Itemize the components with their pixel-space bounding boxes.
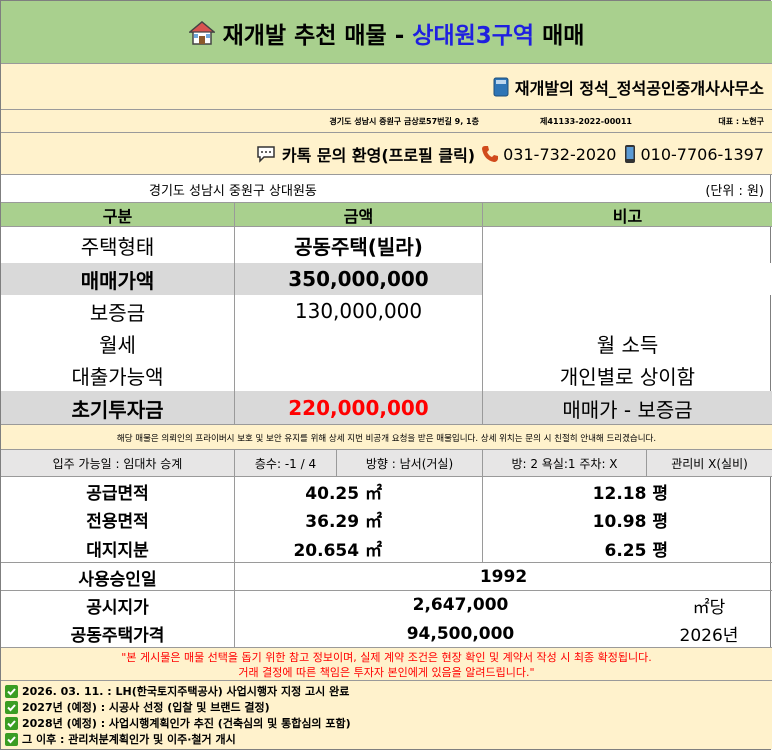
- approval-row: 사용승인일 1992: [1, 563, 772, 591]
- row-value-sale-price: 350,000,000: [288, 267, 429, 291]
- area-label-land-share: 대지지분: [86, 540, 149, 561]
- detail-floor: 층수: -1 / 4: [254, 457, 317, 471]
- area-label-exclusive: 전용면적: [86, 512, 149, 532]
- list-item: 2026. 03. 11. : LH(한국토지주택공사) 사업시행자 지정 고시…: [5, 683, 349, 699]
- area-row: 대지지분 20.654 ㎡ 6.25 평: [1, 533, 772, 563]
- location-bar: 경기도 성남시 중원구 상대원동 (단위 : 원): [1, 175, 772, 203]
- table-row: 월세 월 소득: [1, 327, 772, 359]
- row-value-deposit: 130,000,000: [294, 299, 423, 323]
- check-icon: [5, 684, 18, 698]
- disclaimer-line-2: 거래 결정에 따른 책임은 투자자 본인에게 있음을 알려드립니다.": [238, 665, 535, 679]
- title-bar: 재개발 추천 매물 - 상대원3구역 매매: [1, 1, 772, 64]
- price-label-land: 공시지가: [86, 597, 149, 618]
- kakao-contact[interactable]: 카톡 문의 환영(프로필 클릭): [282, 142, 475, 166]
- mobile-icon: [624, 144, 636, 164]
- row-label-loan: 대출가능액: [71, 364, 164, 389]
- row-label-initial-investment: 초기투자금: [71, 397, 164, 422]
- row-label-monthly-rent: 월세: [99, 332, 136, 357]
- approval-value: 1992: [479, 567, 528, 587]
- location-text: 경기도 성남시 중원구 상대원동: [149, 183, 317, 199]
- row-note-monthly-rent: 월 소득: [596, 332, 659, 357]
- row-value-housing-type: 공동주택(빌라): [294, 234, 423, 259]
- page-title: 재개발 추천 매물 -: [222, 22, 413, 49]
- page-title-suffix: 매매: [534, 22, 585, 49]
- area-m2-exclusive: 36.29 ㎡: [305, 512, 382, 532]
- office-reg-no: 제41133-2022-00011: [540, 117, 632, 126]
- price-value-housing: 94,500,000: [406, 623, 515, 644]
- phone-icon: [481, 145, 499, 163]
- row-label-housing-type: 주택형태: [80, 234, 155, 259]
- detail-rooms: 방: 2 욕실:1 주차: X: [511, 457, 618, 471]
- schedule-date: 2027년: [22, 701, 63, 714]
- table-row: 초기투자금 220,000,000 매매가 - 보증금: [1, 391, 772, 425]
- list-item: 2028년 (예정) : 사업시행계획인가 추진 (건축심의 및 통합심의 포함…: [5, 715, 351, 731]
- check-icon: [5, 700, 18, 714]
- privacy-note: 해당 매물은 의뢰인의 프라이버시 보호 및 보안 유지를 위해 상세 지번 비…: [116, 433, 657, 444]
- phone-number-1[interactable]: 031-732-2020: [503, 145, 616, 164]
- area-m2-supply: 40.25 ㎡: [305, 484, 382, 504]
- schedule-date: 2028년: [22, 717, 63, 730]
- schedule-text: (예정) : 사업시행계획인가 추진 (건축심의 및 통합심의 포함): [62, 717, 351, 730]
- price-label-housing: 공동주택가격: [70, 626, 165, 646]
- row-value-initial-investment: 220,000,000: [288, 396, 429, 420]
- area-row: 공급면적 40.25 ㎡ 12.18 평: [1, 477, 772, 506]
- check-icon: [5, 732, 18, 746]
- price-note-housing: 2026년: [679, 626, 739, 646]
- table-header: 구분 금액 비고: [1, 203, 772, 227]
- schedule-text: : 관리처분계획인가 및 이주·철거 개시: [56, 733, 236, 746]
- schedule-date: 그 이후: [22, 733, 57, 746]
- disclaimer-line-1: "본 게시물은 매물 선택을 돕기 위한 참고 정보이며, 실제 계약 조건은 …: [121, 650, 652, 664]
- check-icon: [5, 716, 18, 730]
- header-category: 구분: [102, 207, 133, 226]
- area-row: 전용면적 36.29 ㎡ 10.98 평: [1, 506, 772, 533]
- listing-sheet: 재개발 추천 매물 - 상대원3구역 매매 재개발의 정석_정석공인중개사사무소…: [0, 0, 772, 750]
- disclaimer-bar: "본 게시물은 매물 선택을 돕기 위한 참고 정보이며, 실제 계약 조건은 …: [1, 648, 772, 681]
- row-note-loan: 개인별로 상이함: [559, 364, 696, 389]
- row-note-initial-investment: 매매가 - 보증금: [562, 397, 693, 422]
- list-item: 2027년 (예정) : 시공사 선정 (입찰 및 브랜드 결정): [5, 699, 270, 715]
- area-m2-land-share: 20.654 ㎡: [293, 540, 382, 561]
- area-pyeong-exclusive: 10.98 평: [592, 512, 668, 532]
- price-row: 공동주택가격 94,500,000 2026년: [1, 619, 772, 648]
- schedule-text: (예정) : 시공사 선정 (입찰 및 브랜드 결정): [62, 701, 270, 714]
- list-item: 그 이후 : 관리처분계획인가 및 이주·철거 개시: [5, 731, 236, 747]
- schedule-text: : LH(한국토지주택공사) 사업시행자 지정 고시 완료: [103, 685, 350, 698]
- unit-text: (단위 : 원): [705, 183, 764, 199]
- price-row: 공시지가 2,647,000 ㎡당: [1, 591, 772, 619]
- approval-label: 사용승인일: [78, 569, 157, 590]
- header-amount: 금액: [343, 207, 374, 226]
- contact-bar: 카톡 문의 환영(프로필 클릭) 031-732-2020 010-7706-1…: [1, 133, 772, 175]
- office-address: 경기도 성남시 중원구 금상로57번길 9, 1층: [329, 117, 479, 126]
- house-icon: [188, 20, 215, 46]
- office-info-bar: 경기도 성남시 중원구 금상로57번길 9, 1층 제41133-2022-00…: [1, 110, 772, 133]
- detail-move-in: 입주 가능일 : 임대차 승계: [52, 457, 183, 471]
- area-label-supply: 공급면적: [86, 484, 149, 504]
- details-row: 입주 가능일 : 임대차 승계 층수: -1 / 4 방향 : 남서(거실) 방…: [1, 450, 772, 477]
- area-pyeong-land-share: 6.25 평: [604, 540, 668, 561]
- schedule-list: 2026. 03. 11. : LH(한국토지주택공사) 사업시행자 지정 고시…: [1, 681, 772, 749]
- table-row: 주택형태 공동주택(빌라): [1, 227, 772, 263]
- table-row: 매매가액 350,000,000: [1, 263, 772, 295]
- detail-direction: 방향 : 남서(거실): [365, 457, 454, 471]
- price-note-land: ㎡당: [692, 597, 726, 618]
- page-title-highlight: 상대원3구역: [412, 22, 535, 49]
- header-note: 비고: [612, 207, 643, 226]
- schedule-date: 2026. 03. 11.: [22, 684, 104, 698]
- phone-number-2[interactable]: 010-7706-1397: [640, 145, 764, 164]
- book-icon: [493, 77, 509, 97]
- office-name: 재개발의 정석_정석공인중개사사무소: [514, 79, 764, 98]
- table-row: 대출가능액 개인별로 상이함: [1, 359, 772, 391]
- office-bar: 재개발의 정석_정석공인중개사사무소: [1, 64, 772, 110]
- chat-icon: [256, 145, 276, 163]
- row-label-deposit: 보증금: [89, 300, 146, 325]
- area-pyeong-supply: 12.18 평: [592, 484, 668, 504]
- privacy-bar: 해당 매물은 의뢰인의 프라이버시 보호 및 보안 유지를 위해 상세 지번 비…: [1, 425, 772, 450]
- table-row: 보증금 130,000,000: [1, 295, 772, 327]
- row-label-sale-price: 매매가액: [80, 268, 155, 293]
- office-ceo: 대표 : 노현구: [718, 117, 764, 126]
- detail-management-fee: 관리비 X(실비): [671, 457, 748, 471]
- price-value-land: 2,647,000: [412, 595, 509, 615]
